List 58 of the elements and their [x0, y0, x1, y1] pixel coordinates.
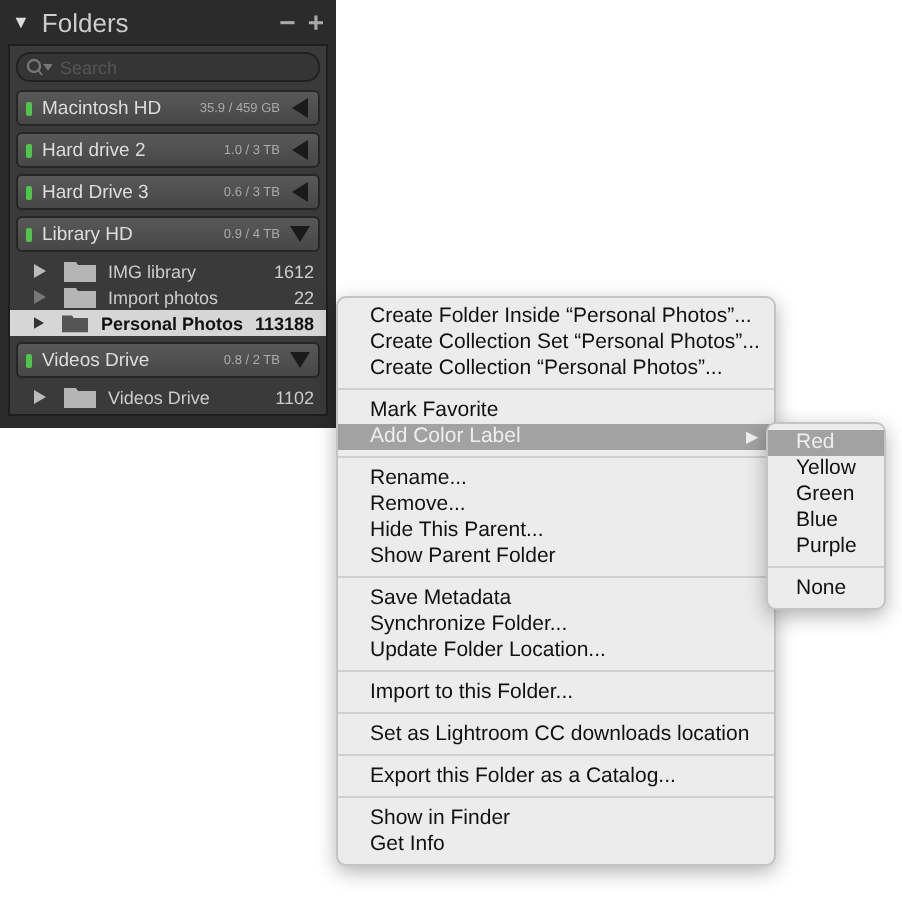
- disclosure-icon[interactable]: [290, 182, 310, 202]
- disclosure-icon[interactable]: [290, 140, 310, 160]
- drive-name: Hard Drive 3: [42, 181, 151, 203]
- menu-item[interactable]: Set as Lightroom CC downloads location: [338, 722, 774, 748]
- menu-item[interactable]: Import to this Folder...: [338, 680, 774, 706]
- status-light-icon: [26, 101, 32, 115]
- status-light-icon: [26, 353, 32, 367]
- folder-row[interactable]: IMG library 1612: [10, 258, 326, 284]
- menu-item[interactable]: Get Info: [338, 832, 774, 858]
- menu-item[interactable]: Create Collection “Personal Photos”...: [338, 356, 774, 382]
- expand-icon[interactable]: [34, 390, 46, 404]
- drive-name: Library HD: [42, 223, 135, 245]
- status-light-icon: [26, 227, 32, 241]
- menu-item[interactable]: Save Metadata: [338, 586, 774, 612]
- menu-item[interactable]: Export this Folder as a Catalog...: [338, 764, 774, 790]
- drive-name: Hard drive 2: [42, 139, 148, 161]
- menu-item[interactable]: Create Collection Set “Personal Photos”...: [338, 330, 774, 356]
- folder-icon: [62, 312, 89, 334]
- menu-item[interactable]: Purple: [768, 534, 884, 560]
- disclosure-icon[interactable]: [290, 98, 310, 118]
- drive-name: Videos Drive: [42, 349, 152, 371]
- menu-item[interactable]: Blue: [768, 508, 884, 534]
- menu-item[interactable]: Synchronize Folder...: [338, 612, 774, 638]
- panel-title: Folders: [41, 7, 131, 37]
- drive-name: Macintosh HD: [42, 97, 164, 119]
- folder-count: 113188: [254, 313, 314, 333]
- menu-item[interactable]: Yellow: [768, 456, 884, 482]
- menu-item[interactable]: Update Folder Location...: [338, 638, 774, 664]
- disclosure-icon[interactable]: [290, 224, 310, 244]
- folder-count: 1612: [273, 261, 314, 281]
- status-light-icon: [26, 143, 32, 157]
- expand-icon[interactable]: [34, 316, 45, 330]
- menu-item[interactable]: Show in Finder: [338, 806, 774, 832]
- folder-name: Import photos: [108, 287, 221, 307]
- folder-icon: [64, 260, 96, 282]
- menu-item[interactable]: Show Parent Folder: [338, 544, 774, 570]
- menu-item[interactable]: None: [768, 576, 884, 602]
- collapse-icon[interactable]: ▼: [12, 12, 30, 32]
- folder-count: 1102: [275, 387, 314, 407]
- menu-item[interactable]: Mark Favorite: [338, 398, 774, 424]
- folder-row[interactable]: Personal Photos 113188: [10, 310, 326, 336]
- folder-name: IMG library: [108, 261, 199, 281]
- folder-name: Personal Photos: [100, 313, 243, 333]
- menu-item[interactable]: Remove...: [338, 492, 774, 518]
- folder-row[interactable]: Import photos 22: [10, 284, 326, 310]
- status-light-icon: [26, 185, 32, 199]
- menu-item[interactable]: Hide This Parent...: [338, 518, 774, 544]
- add-folder-button[interactable]: +: [307, 6, 324, 38]
- disclosure-icon[interactable]: [290, 350, 310, 370]
- menu-item[interactable]: Create Folder Inside “Personal Photos”...: [338, 304, 774, 330]
- menu-item[interactable]: Rename...: [338, 466, 774, 492]
- folder-name: Videos Drive: [108, 387, 212, 407]
- remove-folder-button[interactable]: −: [279, 6, 296, 38]
- folder-row[interactable]: Videos Drive 1102: [10, 384, 326, 410]
- folder-count: 22: [293, 287, 314, 307]
- folder-icon: [64, 386, 96, 408]
- menu-item[interactable]: Green: [768, 482, 884, 508]
- expand-icon[interactable]: [34, 264, 46, 278]
